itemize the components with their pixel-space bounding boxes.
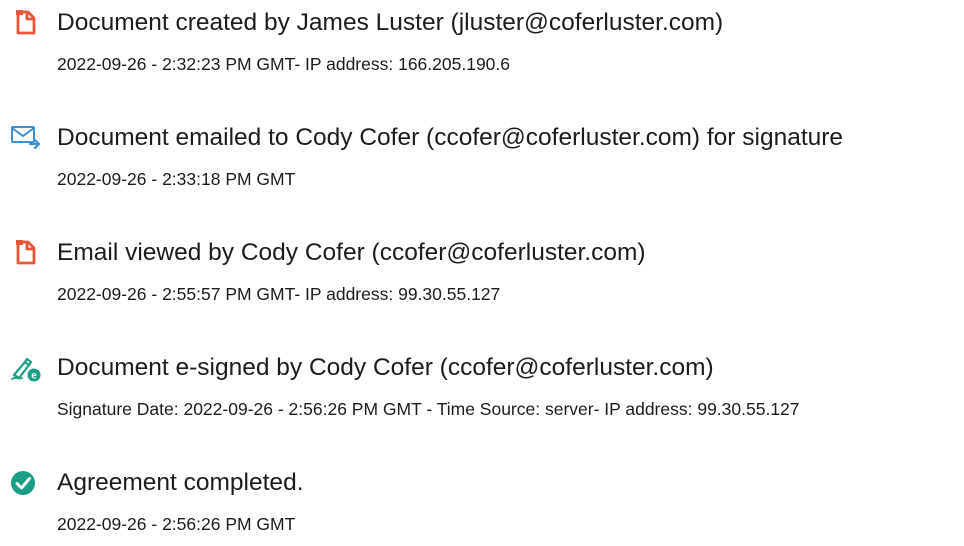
event-document-created: Document created by James Luster (jluste… <box>0 6 964 86</box>
event-detail: Signature Date: 2022-09-26 - 2:56:26 PM … <box>57 399 800 419</box>
event-title: Email viewed by Cody Cofer (ccofer@cofer… <box>57 239 646 266</box>
event-agreement-completed: Agreement completed. 2022-09-26 - 2:56:2… <box>0 466 964 546</box>
event-detail: 2022-09-26 - 2:55:57 PM GMT- IP address:… <box>57 284 501 304</box>
event-detail: 2022-09-26 - 2:33:18 PM GMT <box>57 169 296 189</box>
event-title: Document emailed to Cody Cofer (ccofer@c… <box>57 124 844 151</box>
document-viewed-icon <box>8 236 42 270</box>
document-created-icon <box>8 6 42 40</box>
event-email-viewed: Email viewed by Cody Cofer (ccofer@cofer… <box>0 236 964 316</box>
e-sign-icon: e <box>8 351 42 385</box>
event-title: Document e-signed by Cody Cofer (ccofer@… <box>57 354 714 381</box>
svg-text:e: e <box>31 371 37 382</box>
event-document-emailed: Document emailed to Cody Cofer (ccofer@c… <box>0 121 964 201</box>
event-title: Agreement completed. <box>57 469 304 496</box>
event-detail: 2022-09-26 - 2:56:26 PM GMT <box>57 514 296 534</box>
event-title: Document created by James Luster (jluste… <box>57 9 724 36</box>
event-detail: 2022-09-26 - 2:32:23 PM GMT- IP address:… <box>57 54 511 74</box>
check-circle-icon <box>8 466 42 500</box>
event-document-esigned: e Document e-signed by Cody Cofer (ccofe… <box>0 351 964 431</box>
email-sent-icon <box>8 121 42 155</box>
